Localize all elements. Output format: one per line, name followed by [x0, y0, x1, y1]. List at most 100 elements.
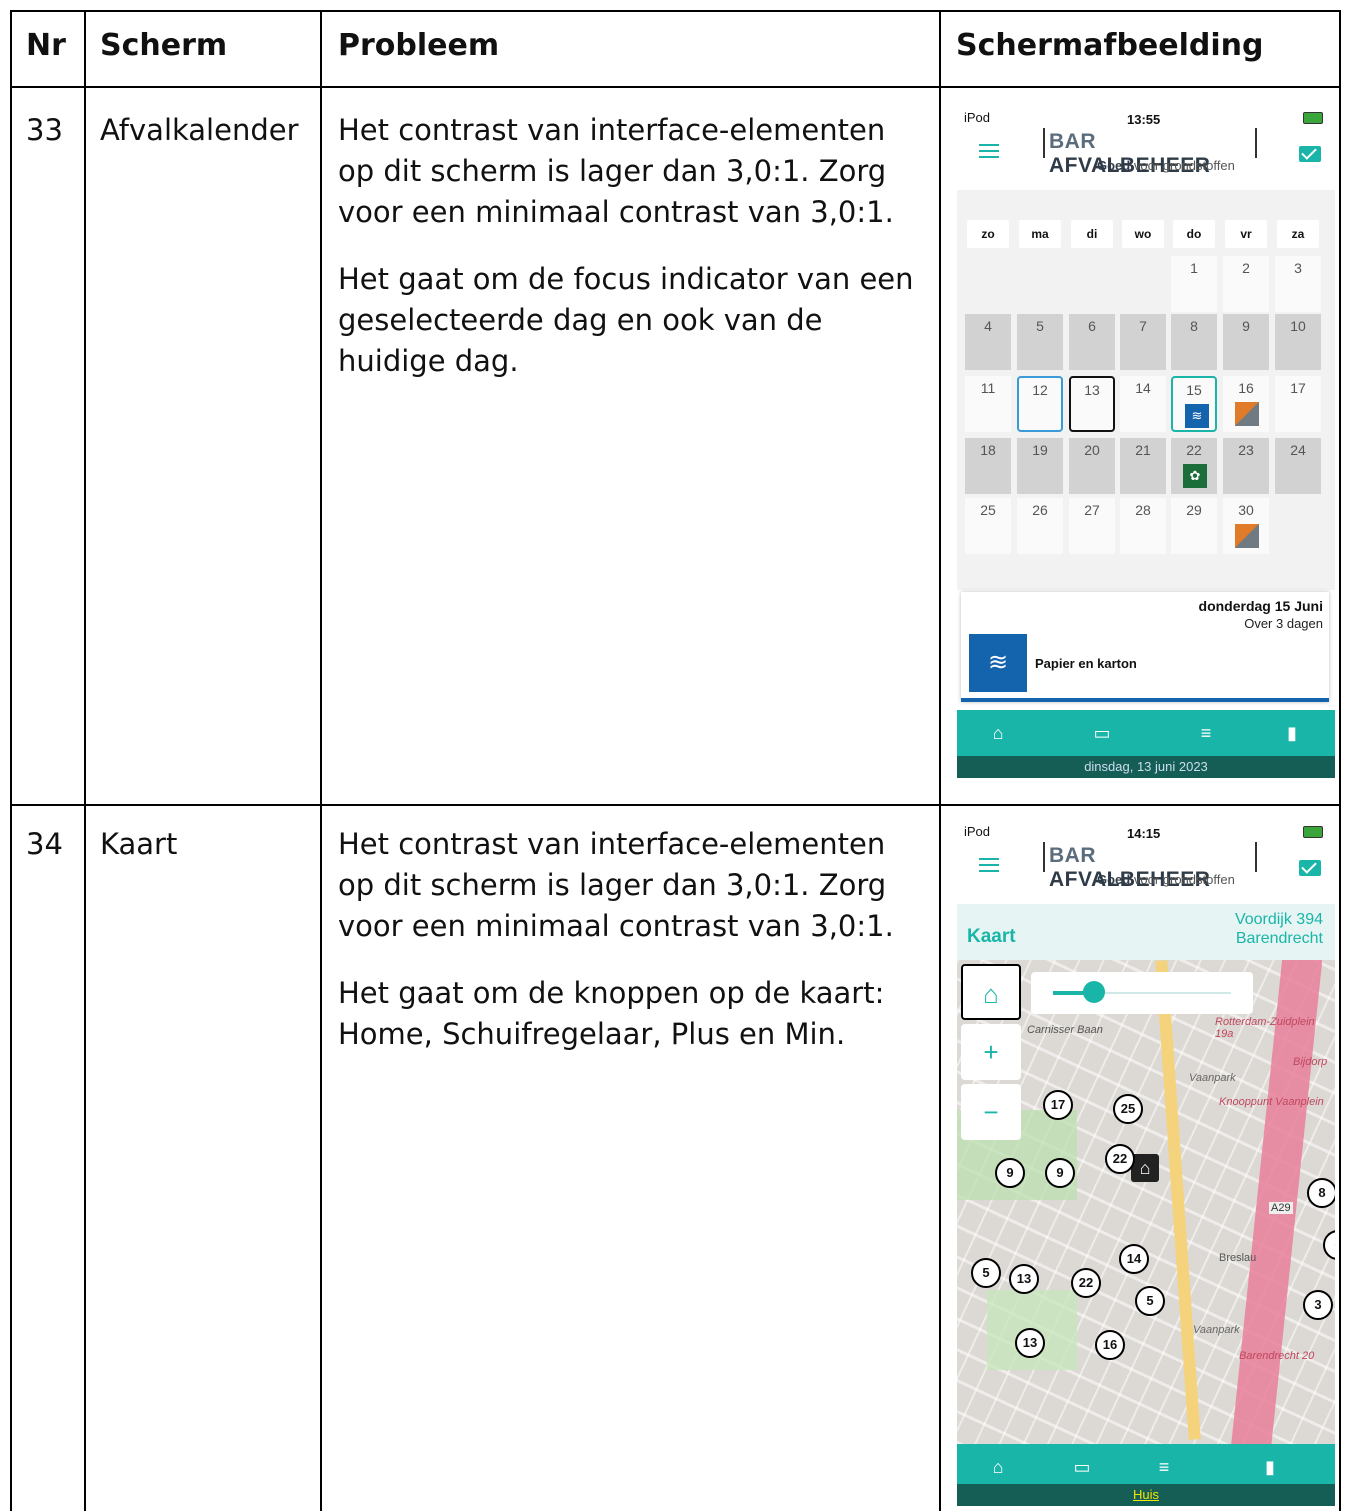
day-number: 7: [1139, 318, 1147, 334]
day-number: 21: [1135, 442, 1151, 458]
map-zoom-slider[interactable]: [1031, 972, 1253, 1014]
clock: 14:15: [1127, 826, 1161, 841]
weekday-header: zo: [967, 220, 1009, 248]
day-number: 23: [1238, 442, 1254, 458]
calendar-day[interactable]: 29: [1171, 498, 1217, 554]
calendar-day[interactable]: 5: [1017, 314, 1063, 370]
calendar-day[interactable]: 23: [1223, 438, 1269, 494]
calendar-day[interactable]: 19: [1017, 438, 1063, 494]
calendar-icon[interactable]: ▭: [1091, 722, 1113, 744]
mail-icon[interactable]: [1299, 860, 1321, 876]
cluster-marker[interactable]: 14: [1119, 1244, 1149, 1274]
home-icon[interactable]: ⌂: [987, 722, 1009, 744]
map[interactable]: Carnisser Baan Rotterdam-Zuidplein 19a B…: [957, 960, 1335, 1444]
search-list-icon[interactable]: ≡: [1153, 1456, 1175, 1478]
cluster-marker[interactable]: 9: [995, 1158, 1025, 1188]
cluster-marker[interactable]: 6: [1323, 1230, 1335, 1260]
row-34-probleem: Het contrast van interface-elementen op …: [338, 824, 930, 1081]
cluster-marker[interactable]: 5: [1135, 1286, 1165, 1316]
hamburger-menu-icon[interactable]: [979, 858, 999, 872]
logo-bar: BAR: [1049, 130, 1096, 153]
calendar-day[interactable]: 15 ≋: [1171, 376, 1217, 432]
calendar-day[interactable]: 22 ✿: [1171, 438, 1217, 494]
calendar-day[interactable]: 2: [1223, 256, 1269, 312]
cluster-marker[interactable]: 22: [1071, 1268, 1101, 1298]
day-number: 5: [1036, 318, 1044, 334]
calendar-day[interactable]: 16: [1223, 376, 1269, 432]
row-33-probleem-p2: Het gaat om de focus indicator van een g…: [338, 262, 914, 378]
col-divider-1: [84, 10, 86, 1511]
calendar-day[interactable]: 10: [1275, 314, 1321, 370]
map-home-button[interactable]: ⌂: [961, 964, 1021, 1020]
day-number: 8: [1190, 318, 1198, 334]
weekday-header: do: [1173, 220, 1215, 248]
calendar-day[interactable]: 24: [1275, 438, 1321, 494]
calendar-day[interactable]: 21: [1120, 438, 1166, 494]
cluster-marker[interactable]: 3: [1303, 1290, 1333, 1320]
footer-link[interactable]: Huis: [1133, 1487, 1159, 1502]
day-number: 14: [1135, 380, 1151, 396]
day-number: 15: [1186, 382, 1202, 398]
calendar-day[interactable]: 20: [1069, 438, 1115, 494]
calendar-icon[interactable]: ▭: [1071, 1456, 1093, 1478]
logo-sub: voor grondstoffen: [1133, 872, 1235, 887]
day-number: 16: [1238, 380, 1254, 396]
calendar-day[interactable]: 1: [1171, 256, 1217, 312]
zoom-out-button[interactable]: −: [961, 1084, 1021, 1140]
cluster-marker[interactable]: 25: [1113, 1094, 1143, 1124]
calendar-day[interactable]: 25: [965, 498, 1011, 554]
cluster-marker[interactable]: 17: [1043, 1090, 1073, 1120]
calendar-day[interactable]: 27: [1069, 498, 1115, 554]
cluster-marker[interactable]: 22: [1105, 1144, 1135, 1174]
cluster-marker[interactable]: 13: [1009, 1264, 1039, 1294]
mail-icon[interactable]: [1299, 146, 1321, 162]
calendar-day[interactable]: 9: [1223, 314, 1269, 370]
hamburger-menu-icon[interactable]: [979, 144, 999, 158]
pickup-detail-card: donderdag 15 Juni Over 3 dagen ≋ Papier …: [961, 592, 1329, 702]
address: Voordijk 394 Barendrecht: [1235, 910, 1323, 948]
slider-knob[interactable]: [1083, 981, 1105, 1003]
cluster-marker[interactable]: 13: [1015, 1328, 1045, 1358]
zoom-in-button[interactable]: +: [961, 1024, 1021, 1080]
day-number: 20: [1084, 442, 1100, 458]
calendar-day[interactable]: 7: [1120, 314, 1166, 370]
home-marker-icon[interactable]: ⌂: [1131, 1154, 1159, 1182]
cluster-marker[interactable]: 8: [1307, 1178, 1335, 1208]
map-label: Vaanpark: [1189, 1072, 1236, 1084]
cluster-marker[interactable]: 5: [971, 1258, 1001, 1288]
calendar-day[interactable]: 17: [1275, 376, 1321, 432]
calendar-day[interactable]: 6: [1069, 314, 1115, 370]
cluster-marker[interactable]: 9: [1045, 1158, 1075, 1188]
screenshot-afvalkalender: iPod 13:55 BAR AFVALBEHEER Goed voor gro…: [957, 104, 1335, 778]
map-label: Barendrecht 20: [1239, 1350, 1315, 1362]
organic-bin-icon: ✿: [1183, 464, 1207, 488]
header-scherm: Scherm: [100, 28, 228, 63]
calendar-day[interactable]: 14: [1120, 376, 1166, 432]
footer-location: Huis: [957, 1484, 1335, 1506]
calendar-day[interactable]: 12: [1017, 376, 1063, 432]
calendar-day[interactable]: 13: [1069, 376, 1115, 432]
day-number: 10: [1290, 318, 1306, 334]
map-icon[interactable]: ▮: [1259, 1456, 1281, 1478]
calendar-day[interactable]: 28: [1120, 498, 1166, 554]
calendar-day[interactable]: 18: [965, 438, 1011, 494]
home-icon[interactable]: ⌂: [987, 1456, 1009, 1478]
search-list-icon[interactable]: ≡: [1195, 722, 1217, 744]
calendar-day[interactable]: 11: [965, 376, 1011, 432]
calendar: zo ma di wo do vr za 1 2 3 4 5 6 7 8 9 10 11 12 13 14 15 ≋ 16 17…: [957, 190, 1335, 590]
detail-when: Over 3 dagen: [1244, 616, 1323, 631]
calendar-day[interactable]: 30: [1223, 498, 1269, 554]
day-number: 29: [1186, 502, 1202, 518]
map-label: Knooppunt Vaanplein: [1219, 1096, 1324, 1108]
day-number: 17: [1290, 380, 1306, 396]
calendar-day[interactable]: 4: [965, 314, 1011, 370]
calendar-day[interactable]: 8: [1171, 314, 1217, 370]
col-divider-3: [939, 10, 941, 1511]
cluster-marker[interactable]: 16: [1095, 1330, 1125, 1360]
logo: BAR AFVALBEHEER Goed voor grondstoffen: [1043, 842, 1257, 894]
calendar-day[interactable]: 26: [1017, 498, 1063, 554]
map-icon[interactable]: ▮: [1281, 722, 1303, 744]
calendar-day[interactable]: 3: [1275, 256, 1321, 312]
header-divider: [10, 86, 1341, 88]
map-label: A29: [1269, 1202, 1293, 1214]
